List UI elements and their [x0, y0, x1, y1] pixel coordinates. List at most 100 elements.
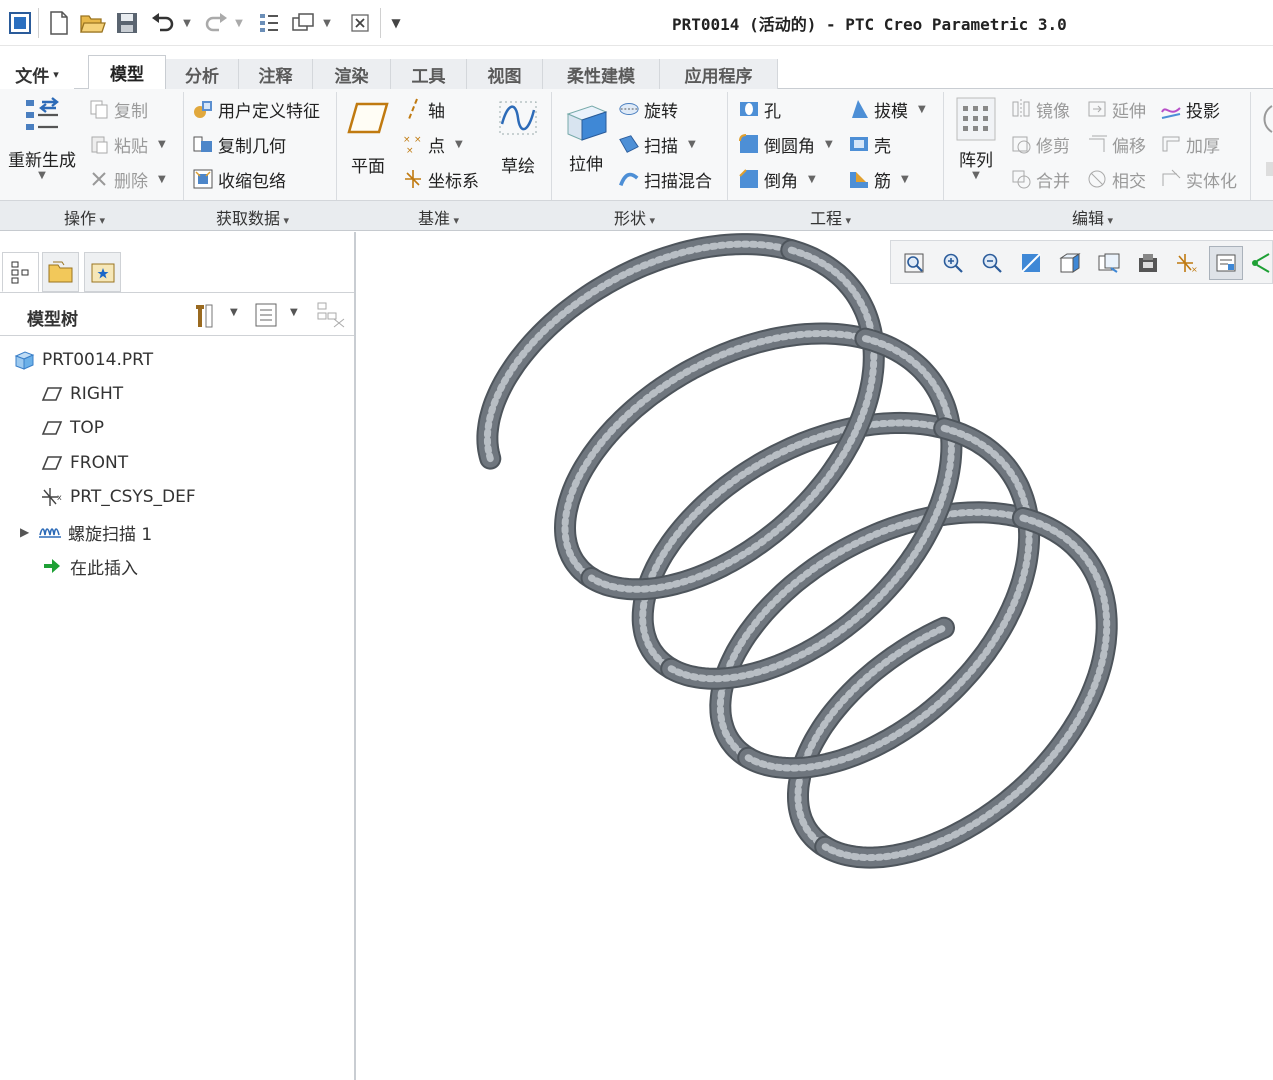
tab-file[interactable]: 文件 ▾ — [0, 59, 74, 89]
thicken-button[interactable]: 加厚 — [1160, 130, 1220, 158]
tree-item-part[interactable]: PRT0014.PRT — [12, 346, 153, 374]
project-button[interactable]: 投影 — [1160, 95, 1220, 123]
axis-button[interactable]: 轴 — [402, 95, 445, 123]
group-datum[interactable]: 基准 — [418, 205, 459, 229]
refit-icon[interactable] — [897, 246, 931, 280]
favorites-tab[interactable] — [84, 252, 121, 292]
delete-button[interactable]: 删除 ▼ — [88, 165, 166, 193]
part-icon — [12, 348, 36, 372]
regenerate-quick-icon[interactable] — [254, 7, 284, 39]
app-icon[interactable] — [4, 7, 36, 39]
udf-icon — [192, 98, 214, 120]
tree-filter-icon[interactable] — [316, 301, 348, 333]
group-shapes[interactable]: 形状 — [614, 205, 655, 229]
paste-button[interactable]: 粘贴 ▼ — [88, 130, 166, 158]
trim-icon — [1010, 133, 1032, 155]
zoom-in-icon[interactable] — [936, 246, 970, 280]
mirror-button[interactable]: 镜像 — [1010, 95, 1070, 123]
tree-show-icon[interactable] — [254, 302, 278, 332]
windows-dropdown-icon[interactable]: ▼ — [320, 7, 334, 39]
redo-dropdown-icon[interactable]: ▼ — [232, 7, 246, 39]
draft-button[interactable]: 拔模 ▼ — [848, 95, 926, 123]
group-get-data[interactable]: 获取数据 — [216, 205, 289, 229]
model-tree-tab[interactable] — [2, 252, 39, 292]
tree-settings-dropdown-icon[interactable]: ▼ — [230, 307, 238, 318]
datum-display-icon[interactable]: × — [1170, 246, 1204, 280]
tab-render[interactable]: 渲染 — [313, 59, 391, 89]
rib-button[interactable]: 筋 ▼ — [848, 165, 909, 193]
swept-blend-icon — [618, 168, 640, 190]
trim-button[interactable]: 修剪 — [1010, 130, 1070, 158]
round-button[interactable]: 倒圆角 ▼ — [738, 130, 833, 158]
tab-view[interactable]: 视图 — [467, 59, 543, 89]
close-window-icon[interactable] — [346, 7, 374, 39]
tab-annotate[interactable]: 注释 — [239, 59, 313, 89]
tab-tools[interactable]: 工具 — [391, 59, 467, 89]
group-operations[interactable]: 操作 — [64, 205, 105, 229]
undo-icon[interactable] — [146, 7, 180, 39]
repaint-icon[interactable] — [1014, 246, 1048, 280]
offset-button[interactable]: 偏移 — [1086, 130, 1146, 158]
copy-button[interactable]: 复制 — [88, 95, 148, 123]
shrinkwrap-button[interactable]: 收缩包络 — [192, 165, 286, 193]
folder-browser-tab[interactable] — [42, 252, 79, 292]
regenerate-dropdown-icon[interactable]: ▼ — [38, 171, 46, 181]
revolve-button[interactable]: 旋转 — [618, 95, 678, 123]
tab-applications-label: 应用程序 — [684, 66, 753, 87]
point-button[interactable]: × × × 点 ▼ — [402, 130, 463, 158]
solidify-button[interactable]: 实体化 — [1160, 165, 1237, 193]
new-file-icon[interactable] — [44, 7, 74, 39]
expand-arrow-icon[interactable]: ▶ — [20, 525, 38, 539]
extrude-button[interactable]: 拉伸 — [558, 96, 614, 175]
sketch-button[interactable]: 草绘 — [492, 98, 544, 177]
windows-icon[interactable] — [288, 7, 318, 39]
display-style-icon[interactable] — [1131, 246, 1165, 280]
spin-center-icon[interactable] — [1248, 246, 1272, 280]
copy-geometry-button[interactable]: 复制几何 — [192, 130, 286, 158]
tree-item-insert-here[interactable]: 在此插入 — [40, 552, 138, 580]
tab-model[interactable]: 模型 — [88, 55, 166, 90]
merge-button[interactable]: 合并 — [1010, 165, 1070, 193]
udf-button[interactable]: 用户定义特征 — [192, 95, 320, 123]
tab-applications[interactable]: 应用程序 — [660, 59, 778, 89]
view-manager-icon[interactable] — [1092, 246, 1126, 280]
csys-button[interactable]: 坐标系 — [402, 165, 479, 193]
pattern-dropdown-icon[interactable]: ▼ — [972, 171, 980, 181]
mirror-icon — [1010, 98, 1032, 120]
spring-coil-outline — [631, 411, 956, 680]
group-engineering[interactable]: 工程 — [810, 205, 851, 229]
shell-button[interactable]: 壳 — [848, 130, 891, 158]
swept-blend-button[interactable]: 扫描混合 — [618, 165, 712, 193]
tab-analysis[interactable]: 分析 — [166, 59, 239, 89]
chamfer-button[interactable]: 倒角 ▼ — [738, 165, 816, 193]
intersect-button[interactable]: 相交 — [1086, 165, 1146, 193]
tree-item-helical-sweep[interactable]: ▶ 螺旋扫描 1 — [20, 518, 152, 546]
datum-plane-icon — [40, 382, 64, 406]
tree-item-front[interactable]: FRONT — [40, 449, 128, 477]
group-editing[interactable]: 编辑 — [1072, 205, 1113, 229]
extend-button[interactable]: 延伸 — [1086, 95, 1146, 123]
tree-item-top[interactable]: TOP — [40, 414, 104, 442]
regenerate-button[interactable]: 重新生成 ▼ — [6, 96, 78, 181]
tree-item-csys[interactable]: x PRT_CSYS_DEF — [40, 483, 196, 511]
zoom-out-icon[interactable] — [975, 246, 1009, 280]
customize-toolbar-icon[interactable]: ▼ — [386, 7, 406, 39]
sweep-button[interactable]: 扫描 ▼ — [618, 130, 696, 158]
saved-orientations-icon[interactable] — [1053, 246, 1087, 280]
graphics-window[interactable] — [358, 232, 1273, 1080]
save-icon[interactable] — [112, 7, 142, 39]
hole-button[interactable]: 孔 — [738, 95, 781, 123]
pattern-button[interactable]: 阵列 ▼ — [952, 96, 1000, 181]
annotation-display-icon[interactable] — [1209, 246, 1243, 280]
undo-dropdown-icon[interactable]: ▼ — [180, 7, 194, 39]
extend-icon — [1086, 98, 1108, 120]
tree-item-right[interactable]: RIGHT — [40, 380, 123, 408]
open-folder-icon[interactable] — [78, 7, 108, 39]
ribbon-overflow-icon[interactable] — [1258, 102, 1273, 182]
helical-rope-spring-model[interactable] — [358, 232, 1273, 1080]
datum-plane-button[interactable]: 平面 — [342, 98, 394, 177]
tree-show-dropdown-icon[interactable]: ▼ — [290, 307, 298, 318]
tab-flexible-modeling[interactable]: 柔性建模 — [543, 59, 660, 89]
tree-settings-icon[interactable] — [192, 301, 216, 333]
redo-icon[interactable] — [200, 7, 232, 39]
